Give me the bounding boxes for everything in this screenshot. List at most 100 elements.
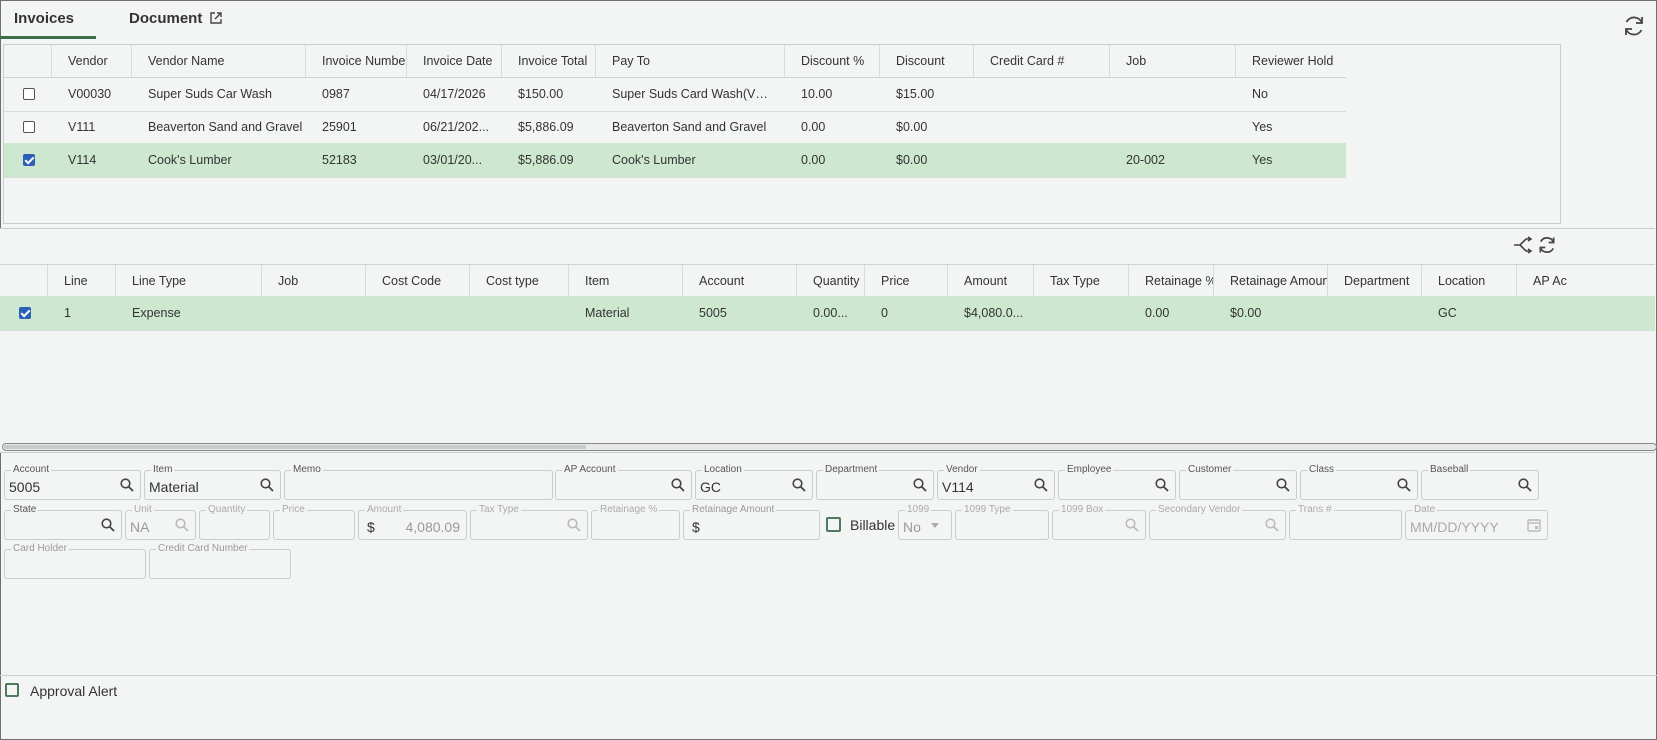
col-cost-type[interactable]: Cost type	[470, 265, 569, 297]
select-column-header	[4, 45, 52, 77]
col-account[interactable]: Account	[683, 265, 797, 297]
approval-alert-label: Approval Alert	[30, 683, 118, 699]
col-discount-pct[interactable]: Discount %	[785, 45, 880, 77]
class-field[interactable]: Class	[1300, 464, 1418, 500]
col-invoice-total[interactable]: Invoice Total	[502, 45, 596, 77]
row-checkbox[interactable]	[23, 88, 35, 100]
secondary-vendor-field: Secondary Vendor	[1149, 504, 1286, 540]
cell-discount: $15.00	[896, 87, 935, 101]
col-reviewer-hold[interactable]: Reviewer Hold	[1236, 45, 1346, 77]
billable-label: Billable	[850, 517, 896, 533]
billable-checkbox[interactable]	[826, 517, 841, 532]
cell-amount: $4,080.0...	[964, 306, 1024, 320]
cell-discount: $0.00	[896, 120, 928, 134]
location-field[interactable]: Location GC	[695, 464, 813, 500]
table-row[interactable]: V00030 Super Suds Car Wash 0987 04/17/20…	[4, 77, 1346, 112]
col-department[interactable]: Department	[1328, 265, 1422, 297]
row-checkbox[interactable]	[23, 121, 35, 133]
approval-alert-checkbox[interactable]	[5, 683, 19, 697]
table-row-selected[interactable]: 1 Expense Material 5005 0.00... 0 $4,080…	[0, 296, 1655, 331]
cell-reviewer-hold: No	[1252, 87, 1268, 101]
cell-location: GC	[1438, 306, 1457, 320]
cell-vendor: V114	[68, 153, 97, 167]
table-row[interactable]: V111 Beaverton Sand and Gravel 25901 06/…	[4, 110, 1346, 145]
department-field[interactable]: Department	[816, 464, 934, 500]
search-icon[interactable]	[260, 478, 274, 492]
cell-vendor-name: Beaverton Sand and Gravel	[148, 120, 303, 134]
col-cost-code[interactable]: Cost Code	[366, 265, 470, 297]
col-price[interactable]: Price	[865, 265, 948, 297]
f1099-select: 1099 No	[898, 504, 952, 540]
col-job[interactable]: Job	[262, 265, 366, 297]
search-icon[interactable]	[1518, 478, 1532, 492]
tab-document[interactable]: Document	[129, 10, 223, 27]
cell-job: 20-002	[1126, 153, 1165, 167]
col-line[interactable]: Line	[48, 265, 116, 297]
calendar-icon	[1527, 519, 1541, 532]
cell-invoice-total: $5,886.09	[518, 120, 574, 134]
memo-field[interactable]: Memo	[284, 464, 553, 500]
retainage-pct-field: Retainage %	[591, 504, 680, 540]
table-row-selected[interactable]: V114 Cook's Lumber 52183 03/01/20... $5,…	[4, 143, 1346, 178]
search-icon	[175, 518, 189, 532]
col-invoice-date[interactable]: Invoice Date	[407, 45, 502, 77]
ap-account-field[interactable]: AP Account	[555, 464, 692, 500]
col-credit-card[interactable]: Credit Card #	[974, 45, 1110, 77]
col-ap-account[interactable]: AP Ac	[1517, 265, 1655, 297]
account-field[interactable]: Account 5005	[4, 464, 141, 500]
cell-discount-pct: 10.00	[801, 87, 833, 101]
state-field[interactable]: State	[4, 504, 122, 540]
col-location[interactable]: Location	[1422, 265, 1517, 297]
cell-vendor: V111	[68, 120, 96, 134]
col-retainage-pct[interactable]: Retainage %	[1129, 265, 1214, 297]
row-checkbox[interactable]	[19, 307, 31, 319]
search-icon[interactable]	[1155, 478, 1169, 492]
col-retainage-amount[interactable]: Retainage Amount	[1214, 265, 1328, 297]
col-job[interactable]: Job	[1110, 45, 1236, 77]
search-icon[interactable]	[1397, 478, 1411, 492]
search-icon[interactable]	[101, 518, 115, 532]
card-holder-field[interactable]: Card Holder	[4, 543, 146, 579]
col-pay-to[interactable]: Pay To	[596, 45, 785, 77]
col-vendor-name[interactable]: Vendor Name	[132, 45, 306, 77]
search-icon[interactable]	[792, 478, 806, 492]
col-line-type[interactable]: Line Type	[116, 265, 262, 297]
credit-card-number-field[interactable]: Credit Card Number	[149, 543, 291, 579]
scrollbar-thumb[interactable]	[4, 445, 586, 449]
tab-invoices[interactable]: Invoices	[14, 10, 74, 27]
search-icon[interactable]	[120, 478, 134, 492]
footer-divider	[0, 675, 1657, 676]
refresh-icon[interactable]	[1537, 235, 1557, 255]
col-discount[interactable]: Discount	[880, 45, 974, 77]
col-invoice-number[interactable]: Invoice Number	[306, 45, 407, 77]
employee-field[interactable]: Employee	[1058, 464, 1176, 500]
col-item[interactable]: Item	[569, 265, 683, 297]
cell-quantity: 0.00...	[813, 306, 848, 320]
col-amount[interactable]: Amount	[948, 265, 1034, 297]
f1099-box-field: 1099 Box	[1052, 504, 1146, 540]
customer-field[interactable]: Customer	[1179, 464, 1297, 500]
vendor-field[interactable]: Vendor V114	[937, 464, 1055, 500]
cell-cost-code	[366, 296, 470, 330]
search-icon[interactable]	[1034, 478, 1048, 492]
row-checkbox[interactable]	[23, 154, 35, 166]
select-column-header	[0, 265, 48, 297]
search-icon[interactable]	[913, 478, 927, 492]
cell-vendor-name: Cook's Lumber	[148, 153, 232, 167]
baseball-field[interactable]: Baseball	[1421, 464, 1539, 500]
refresh-icon[interactable]	[1622, 14, 1646, 38]
cell-vendor: V00030	[68, 87, 112, 101]
item-field[interactable]: Item Material	[144, 464, 281, 500]
col-quantity[interactable]: Quantity	[797, 265, 865, 297]
col-tax-type[interactable]: Tax Type	[1034, 265, 1129, 297]
cell-item: Material	[585, 306, 630, 320]
col-vendor[interactable]: Vendor	[52, 45, 132, 77]
search-icon[interactable]	[671, 478, 685, 492]
cell-credit-card	[974, 77, 1110, 111]
retainage-amount-field[interactable]: Retainage Amount $	[683, 504, 820, 540]
search-icon	[567, 518, 581, 532]
tax-type-field: Tax Type	[470, 504, 588, 540]
search-icon[interactable]	[1276, 478, 1290, 492]
horizontal-scrollbar[interactable]	[2, 443, 1657, 451]
split-icon[interactable]	[1513, 236, 1533, 254]
